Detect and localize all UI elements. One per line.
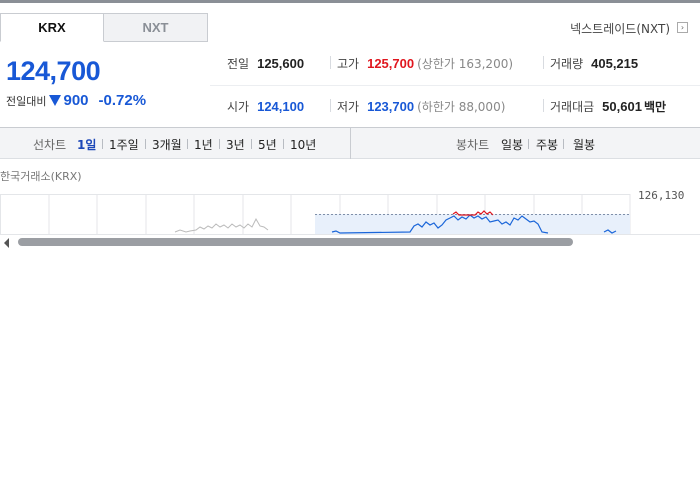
stat-label: 고가 [337, 57, 360, 71]
external-link-icon: › [677, 22, 688, 33]
period-daily-candle[interactable]: 일봉 [501, 136, 523, 153]
tab-krx[interactable]: KRX [0, 13, 104, 42]
stat-label: 저가 [337, 100, 360, 114]
divider [543, 99, 544, 112]
stat-value: 124,100 [257, 99, 305, 114]
stats-row-divider [210, 85, 700, 86]
stat-label: 거래대금 [550, 100, 595, 114]
nxt-link-label: 넥스트레이드(NXT) [570, 22, 670, 36]
upper-limit: (상한가 163,200) [417, 57, 514, 71]
candle-chart-label: 봉차트 [456, 138, 490, 152]
stat-value: 405,215 [591, 56, 639, 71]
change-label: 전일대비 [6, 94, 47, 108]
divider [102, 139, 103, 149]
divider [563, 139, 564, 149]
stat-label: 거래량 [550, 57, 584, 71]
chart-scrollbar[interactable] [0, 234, 700, 251]
stat-label: 전일 [227, 57, 250, 71]
divider [283, 139, 284, 149]
change-percent: -0.72% [98, 92, 147, 109]
period-bar-divider [350, 128, 351, 159]
price-box: 124,700 [6, 56, 101, 87]
stat-value: 125,700 [367, 56, 415, 71]
line-chart-label: 선차트 [33, 138, 67, 152]
stat-open: 시가 124,100 [227, 98, 304, 115]
price-stats: 전일 125,600 고가 125,700 (상한가 163,200) 거래량 … [210, 45, 700, 125]
lower-limit: (하한가 88,000) [417, 100, 506, 114]
divider [251, 139, 252, 149]
divider [145, 139, 146, 149]
divider [187, 139, 188, 149]
scroll-thumb[interactable] [18, 238, 573, 246]
market-tabs: KRX NXT [0, 13, 208, 42]
period-monthly-candle[interactable]: 월봉 [573, 136, 595, 153]
period-weekly-candle[interactable]: 주봉 [536, 136, 558, 153]
stat-low: 저가 123,700 (하한가 88,000) [337, 98, 505, 115]
period-1y[interactable]: 1년 [194, 136, 213, 153]
previous-session-line [174, 217, 269, 233]
stat-value: 50,601 [602, 99, 642, 114]
price-chart-svg [0, 194, 631, 234]
period-1d[interactable]: 1일 [77, 136, 96, 153]
stat-high: 고가 125,700 (상한가 163,200) [337, 55, 513, 72]
divider [543, 56, 544, 69]
price-chart[interactable] [0, 194, 700, 234]
current-price: 124,700 [6, 56, 101, 86]
nxt-link[interactable]: 넥스트레이드(NXT) › [570, 20, 688, 37]
period-10y[interactable]: 10년 [290, 136, 316, 153]
period-3y[interactable]: 3년 [226, 136, 245, 153]
divider [330, 99, 331, 112]
stat-unit: 백만 [643, 100, 667, 114]
tab-nxt[interactable]: NXT [104, 13, 208, 42]
stat-volume: 거래량 405,215 [550, 55, 638, 72]
period-3m[interactable]: 3개월 [152, 136, 182, 153]
change-value: 900 [63, 92, 89, 109]
stat-prev-close: 전일 125,600 [227, 55, 304, 72]
chart-period-bar: 선차트 1일 1주일 3개월 1년 3년 5년 10년 봉차트 일봉 주봉 월봉 [0, 127, 700, 159]
top-border [0, 0, 700, 3]
market-label: 한국거래소(KRX) [0, 170, 82, 183]
stat-value: 125,600 [257, 56, 305, 71]
divider [528, 139, 529, 149]
period-5y[interactable]: 5년 [258, 136, 277, 153]
stat-trade-amount: 거래대금 50,601 백만 [550, 98, 666, 115]
divider [219, 139, 220, 149]
period-1w[interactable]: 1주일 [109, 136, 139, 153]
price-change: 전일대비 900 -0.72% [6, 92, 146, 109]
scroll-left-icon[interactable] [4, 238, 9, 248]
down-triangle-icon [49, 95, 62, 106]
stat-label: 시가 [227, 100, 250, 114]
divider [330, 56, 331, 69]
stat-value: 123,700 [367, 99, 415, 114]
